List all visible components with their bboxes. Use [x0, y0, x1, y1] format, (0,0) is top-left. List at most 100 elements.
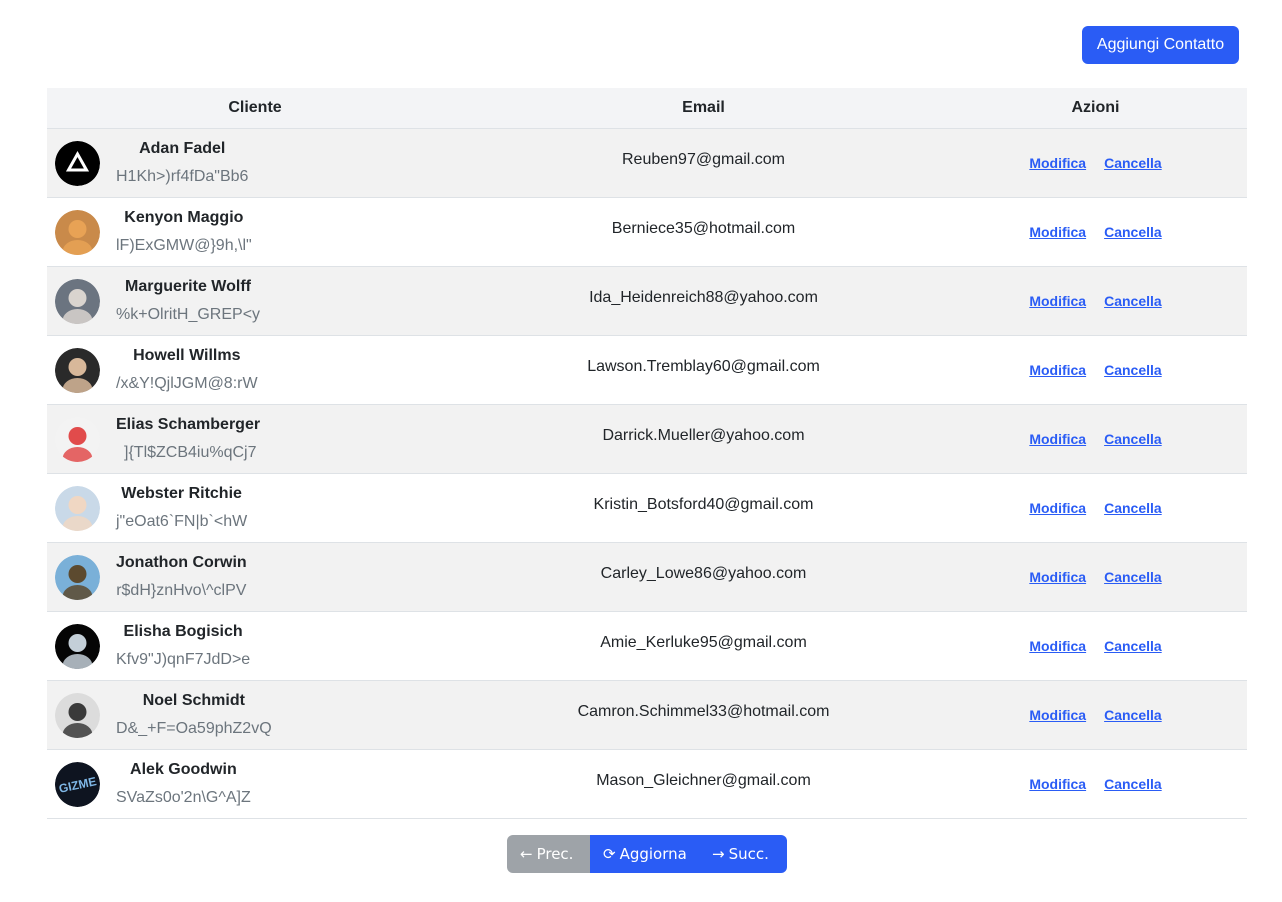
avatar-image: GIZME — [55, 761, 100, 807]
delete-link[interactable]: Cancella — [1104, 155, 1162, 171]
delete-link[interactable]: Cancella — [1104, 707, 1162, 723]
table-row: Elias Schamberger ]{Tl$ZCB4iu%qCj7 Darri… — [47, 404, 1247, 474]
next-page-label: Succ. — [728, 845, 769, 863]
client-code: SVaZs0o'2n\G^A]Z — [116, 789, 251, 806]
edit-link[interactable]: Modifica — [1029, 569, 1086, 585]
client: Adan Fadel H1Kh>)rf4fDa"Bb6 — [47, 129, 463, 197]
client-email: Berniece35@hotmail.com — [611, 220, 796, 237]
table-row: Marguerite Wolff %k+OlritH_GREP<y Ida_He… — [47, 266, 1247, 336]
refresh-icon: ⟳ — [603, 845, 616, 863]
client: Jonathon Corwin r$dH}znHvo\^clPV — [47, 543, 463, 611]
client-text: Marguerite Wolff %k+OlritH_GREP<y — [116, 277, 260, 325]
row-actions: Modifica Cancella — [944, 776, 1247, 792]
next-page-button[interactable]: → Succ. — [702, 835, 787, 873]
edit-link[interactable]: Modifica — [1029, 638, 1086, 654]
client-email: Kristin_Botsford40@gmail.com — [593, 496, 814, 513]
header-actions: Azioni — [944, 88, 1247, 129]
prev-page-button[interactable]: ← Prec. — [507, 835, 590, 873]
email-cell: Carley_Lowe86@yahoo.com — [463, 542, 944, 612]
avatar-image — [55, 623, 100, 669]
client-name: Kenyon Maggio — [124, 209, 244, 226]
client-email: Mason_Gleichner@gmail.com — [596, 772, 811, 789]
client-text: Noel Schmidt D&_+F=Oa59phZ2vQ — [116, 691, 272, 739]
email-cell: Kristin_Botsford40@gmail.com — [463, 473, 944, 543]
client-name: Jonathon Corwin — [116, 554, 247, 571]
client-email: Lawson.Tremblay60@gmail.com — [587, 358, 820, 375]
edit-link[interactable]: Modifica — [1029, 707, 1086, 723]
delete-link[interactable]: Cancella — [1104, 293, 1162, 309]
pagination: ← Prec. ⟳ Aggiorna → Succ. — [507, 835, 787, 873]
add-contact-button[interactable]: Aggiungi Contatto — [1082, 26, 1239, 64]
client-email: Carley_Lowe86@yahoo.com — [600, 565, 807, 582]
actions-cell: Modifica Cancella — [944, 473, 1247, 543]
avatar-image — [55, 485, 100, 531]
avatar — [55, 623, 100, 669]
edit-link[interactable]: Modifica — [1029, 362, 1086, 378]
avatar — [55, 278, 100, 324]
delete-link[interactable]: Cancella — [1104, 224, 1162, 240]
avatar — [55, 692, 100, 738]
client-code: /x&Y!QjlJGM@8:rW — [116, 375, 258, 392]
client-cell: GIZME Alek Goodwin SVaZs0o'2n\G^A]Z — [47, 749, 463, 819]
header-email: Email — [463, 88, 944, 129]
contacts-table: Cliente Email Azioni Adan Fadel H1Kh>)rf… — [47, 88, 1247, 819]
delete-link[interactable]: Cancella — [1104, 569, 1162, 585]
client: Howell Willms /x&Y!QjlJGM@8:rW — [47, 336, 463, 404]
delete-link[interactable]: Cancella — [1104, 638, 1162, 654]
edit-link[interactable]: Modifica — [1029, 500, 1086, 516]
table-row: Adan Fadel H1Kh>)rf4fDa"Bb6 Reuben97@gma… — [47, 128, 1247, 198]
avatar — [55, 140, 100, 186]
delete-link[interactable]: Cancella — [1104, 362, 1162, 378]
client-name: Webster Ritchie — [121, 485, 242, 502]
client-name: Howell Willms — [133, 347, 241, 364]
table-row: Elisha Bogisich Kfv9"J)qnF7JdD>e Amie_Ke… — [47, 611, 1247, 681]
edit-link[interactable]: Modifica — [1029, 224, 1086, 240]
avatar-image — [55, 692, 100, 738]
edit-link[interactable]: Modifica — [1029, 293, 1086, 309]
row-actions: Modifica Cancella — [944, 707, 1247, 723]
actions-cell: Modifica Cancella — [944, 680, 1247, 750]
delete-link[interactable]: Cancella — [1104, 776, 1162, 792]
client-text: Jonathon Corwin r$dH}znHvo\^clPV — [116, 553, 247, 601]
client-cell: Jonathon Corwin r$dH}znHvo\^clPV — [47, 542, 463, 612]
header-client: Cliente — [47, 88, 463, 129]
client-cell: Adan Fadel H1Kh>)rf4fDa"Bb6 — [47, 128, 463, 198]
contacts-page: Aggiungi Contatto Cliente Email Azioni A… — [0, 0, 1282, 902]
client-cell: Howell Willms /x&Y!QjlJGM@8:rW — [47, 335, 463, 405]
row-actions: Modifica Cancella — [944, 155, 1247, 171]
table-row: Webster Ritchie j"eOat6`FN|b`<hW Kristin… — [47, 473, 1247, 543]
actions-cell: Modifica Cancella — [944, 128, 1247, 198]
avatar: GIZME — [55, 761, 100, 807]
actions-cell: Modifica Cancella — [944, 404, 1247, 474]
email-cell: Camron.Schimmel33@hotmail.com — [463, 680, 944, 750]
arrow-right-icon: → — [712, 845, 725, 863]
refresh-button[interactable]: ⟳ Aggiorna — [590, 835, 702, 873]
client-cell: Marguerite Wolff %k+OlritH_GREP<y — [47, 266, 463, 336]
arrow-left-icon: ← — [520, 845, 533, 863]
table-row: Howell Willms /x&Y!QjlJGM@8:rW Lawson.Tr… — [47, 335, 1247, 405]
client-name: Noel Schmidt — [142, 692, 245, 709]
delete-link[interactable]: Cancella — [1104, 500, 1162, 516]
client-cell: Kenyon Maggio lF)ExGMW@}9h,\l" — [47, 197, 463, 267]
delete-link[interactable]: Cancella — [1104, 431, 1162, 447]
table-header-row: Cliente Email Azioni — [47, 88, 1247, 129]
client-code: Kfv9"J)qnF7JdD>e — [116, 651, 251, 668]
avatar-image — [55, 416, 100, 462]
avatar-image — [55, 347, 100, 393]
edit-link[interactable]: Modifica — [1029, 431, 1086, 447]
edit-link[interactable]: Modifica — [1029, 155, 1086, 171]
client: Noel Schmidt D&_+F=Oa59phZ2vQ — [47, 681, 463, 749]
email-cell: Mason_Gleichner@gmail.com — [463, 749, 944, 819]
client-cell: Webster Ritchie j"eOat6`FN|b`<hW — [47, 473, 463, 543]
avatar-image — [55, 209, 100, 255]
email-cell: Berniece35@hotmail.com — [463, 197, 944, 267]
avatar — [55, 554, 100, 600]
row-actions: Modifica Cancella — [944, 638, 1247, 654]
client-email: Darrick.Mueller@yahoo.com — [602, 427, 805, 444]
client-cell: Noel Schmidt D&_+F=Oa59phZ2vQ — [47, 680, 463, 750]
edit-link[interactable]: Modifica — [1029, 776, 1086, 792]
client-email: Ida_Heidenreich88@yahoo.com — [589, 289, 818, 306]
client: Elisha Bogisich Kfv9"J)qnF7JdD>e — [47, 612, 463, 680]
client-name: Alek Goodwin — [130, 761, 237, 778]
row-actions: Modifica Cancella — [944, 431, 1247, 447]
